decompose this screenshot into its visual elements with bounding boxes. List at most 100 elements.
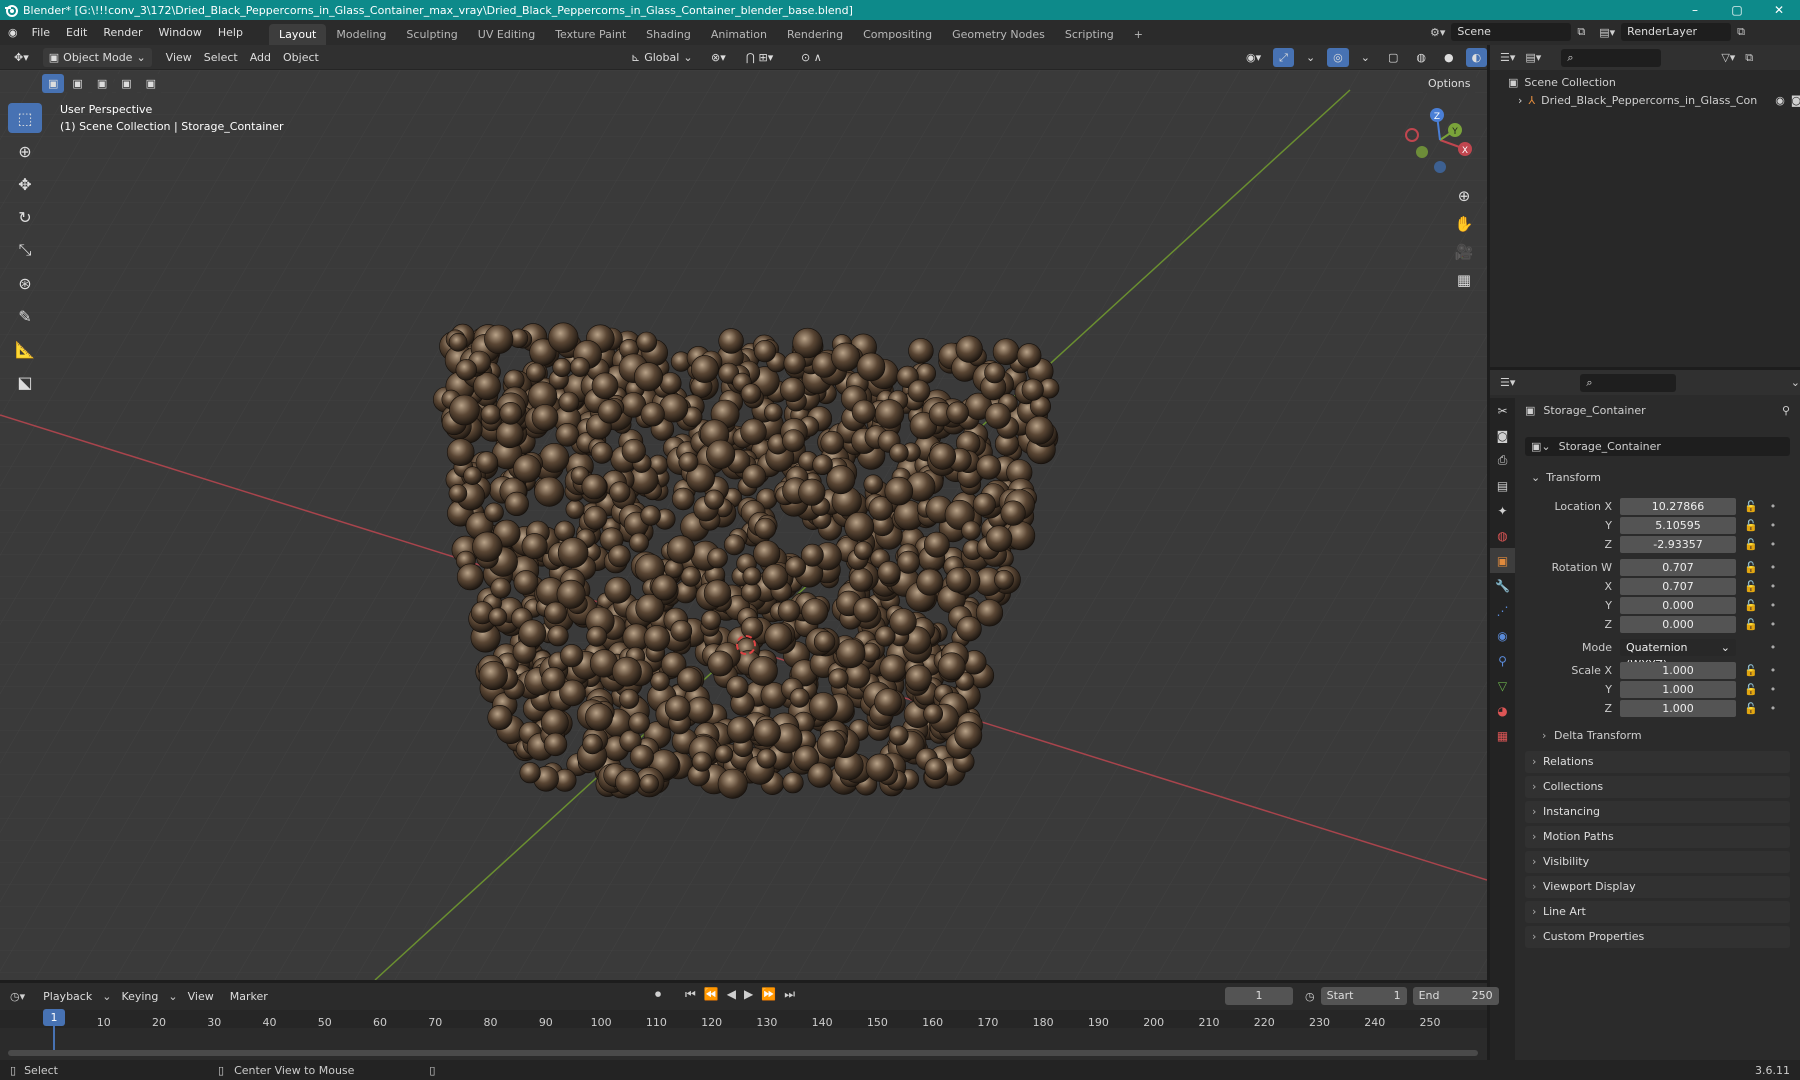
menu-keying[interactable]: Keying: [115, 987, 164, 1006]
overlay-toggle-icon[interactable]: ◎: [1327, 47, 1349, 67]
tab-texture-paint[interactable]: Texture Paint: [545, 24, 636, 45]
proportional-edit-icon[interactable]: ⊙ ∧: [795, 48, 828, 67]
xray-icon[interactable]: ▢: [1382, 48, 1404, 67]
menu-window[interactable]: Window: [151, 20, 210, 45]
properties-search-icon[interactable]: ⌕: [1580, 373, 1676, 392]
start-frame-field[interactable]: Start 1: [1320, 987, 1407, 1005]
delta-transform-subpanel[interactable]: › Delta Transform: [1540, 726, 1790, 746]
snap-icon[interactable]: ⋂ ⊞▾: [740, 48, 779, 67]
lock-icon[interactable]: 🔓: [1744, 538, 1758, 551]
lock-icon[interactable]: 🔓: [1744, 599, 1758, 612]
3d-viewport[interactable]: [0, 70, 1487, 980]
render-layer-icon[interactable]: ▤▾: [1599, 26, 1615, 39]
chevron-down-icon[interactable]: ⌄: [1791, 376, 1800, 389]
expand-arrow-icon[interactable]: ›: [1518, 92, 1522, 110]
scale-z-field[interactable]: 1.000: [1620, 699, 1736, 717]
display-mode-icon[interactable]: ▤▾: [1525, 51, 1541, 64]
tab-uv-editing[interactable]: UV Editing: [468, 24, 545, 45]
scale-x-field[interactable]: 1.000: [1620, 661, 1736, 679]
keyframe-dot-icon[interactable]: •: [1766, 702, 1780, 715]
location-y-field[interactable]: 5.10595: [1620, 516, 1736, 534]
material-shading-icon[interactable]: ◐: [1465, 47, 1488, 67]
render-tab-icon[interactable]: ◙: [1490, 423, 1515, 448]
maximize-button[interactable]: ▢: [1716, 0, 1758, 20]
location-x-field[interactable]: 10.27866: [1620, 497, 1736, 515]
current-frame-field[interactable]: 1: [1225, 987, 1293, 1005]
menu-select[interactable]: Select: [198, 48, 244, 67]
lock-icon[interactable]: 🔓: [1744, 561, 1758, 574]
scene-icon[interactable]: ⚙▾: [1430, 26, 1445, 39]
render-camera-icon[interactable]: ◙: [1791, 92, 1800, 110]
lock-icon[interactable]: 🔓: [1744, 580, 1758, 593]
zoom-icon[interactable]: ⊕: [1452, 182, 1476, 210]
keyframe-dot-icon[interactable]: •: [1766, 500, 1780, 513]
location-z-field[interactable]: -2.93357: [1620, 535, 1736, 553]
solid-shading-icon[interactable]: ●: [1438, 48, 1460, 67]
play-reverse-icon[interactable]: ◀: [727, 987, 736, 1002]
gizmo-chevron-icon[interactable]: ⌄: [1300, 48, 1321, 67]
next-keyframe-icon[interactable]: ⏩: [761, 987, 776, 1002]
lock-icon[interactable]: 🔓: [1744, 683, 1758, 696]
select-box-tool-icon[interactable]: ⬚: [8, 103, 42, 133]
object-data-selector[interactable]: ▣⌄ Storage_Container: [1525, 437, 1790, 456]
keyframe-dot-icon[interactable]: •: [1766, 599, 1780, 612]
measure-tool-icon[interactable]: 📐: [8, 334, 42, 364]
annotate-tool-icon[interactable]: ✎: [8, 301, 42, 331]
close-button[interactable]: ✕: [1758, 0, 1800, 20]
tab-modeling[interactable]: Modeling: [326, 24, 396, 45]
constraints-tab-icon[interactable]: ⚲: [1490, 648, 1515, 673]
menu-marker[interactable]: Marker: [224, 987, 274, 1006]
tab-rendering[interactable]: Rendering: [777, 24, 853, 45]
navigation-gizmo[interactable]: X Y Z: [1400, 102, 1480, 182]
object-tab-icon[interactable]: ▣: [1490, 548, 1515, 573]
menu-render[interactable]: Render: [95, 20, 150, 45]
particles-tab-icon[interactable]: ⋰: [1490, 598, 1515, 623]
pan-hand-icon[interactable]: ✋: [1452, 210, 1476, 238]
gizmo-toggle-icon[interactable]: ⤢: [1273, 47, 1294, 67]
select-extend-icon[interactable]: ▣: [66, 74, 89, 93]
keyframe-dot-icon[interactable]: •: [1766, 618, 1780, 631]
menu-playback[interactable]: Playback: [37, 987, 98, 1006]
panel-collections[interactable]: Collections: [1525, 776, 1790, 798]
material-tab-icon[interactable]: ◕: [1490, 698, 1515, 723]
select-invert-icon[interactable]: ▣: [115, 74, 138, 93]
menu-edit[interactable]: Edit: [58, 20, 95, 45]
add-cube-tool-icon[interactable]: ⬕: [8, 367, 42, 397]
lock-icon[interactable]: 🔓: [1744, 664, 1758, 677]
keyframe-dot-icon[interactable]: •: [1766, 641, 1780, 654]
panel-motion-paths[interactable]: Motion Paths: [1525, 826, 1790, 848]
rotation-w-field[interactable]: 0.707: [1620, 558, 1736, 576]
wireframe-shading-icon[interactable]: ◍: [1410, 48, 1432, 67]
keyframe-dot-icon[interactable]: •: [1766, 538, 1780, 551]
tab-scripting[interactable]: Scripting: [1055, 24, 1124, 45]
lock-icon[interactable]: 🔓: [1744, 618, 1758, 631]
menu-add[interactable]: Add: [244, 48, 277, 67]
panel-instancing[interactable]: Instancing: [1525, 801, 1790, 823]
playhead[interactable]: 1: [43, 1009, 65, 1026]
camera-view-icon[interactable]: 🎥: [1452, 238, 1476, 266]
tab-sculpting[interactable]: Sculpting: [396, 24, 467, 45]
move-tool-icon[interactable]: ✥: [8, 169, 42, 199]
editor-type-icon[interactable]: ✥▾: [8, 48, 35, 67]
record-icon[interactable]: ⏺: [655, 987, 661, 1002]
tab-geometry-nodes[interactable]: Geometry Nodes: [942, 24, 1055, 45]
texture-tab-icon[interactable]: ▦: [1490, 723, 1515, 748]
output-tab-icon[interactable]: ⎙: [1490, 448, 1515, 473]
menu-view[interactable]: View: [160, 48, 198, 67]
rotation-mode-dropdown[interactable]: Quaternion (WXYZ)⌄: [1620, 638, 1736, 671]
pin-icon[interactable]: ⚲: [1782, 404, 1790, 417]
filter-icon[interactable]: ▽▾: [1721, 51, 1735, 64]
menu-file[interactable]: File: [24, 20, 58, 45]
new-scene-icon[interactable]: ⧉: [1577, 25, 1585, 39]
scene-tab-icon[interactable]: ✦: [1490, 498, 1515, 523]
eye-icon[interactable]: ◉: [1775, 92, 1785, 110]
menu-object[interactable]: Object: [277, 48, 325, 67]
transform-orientation[interactable]: ⊾ Global ⌄: [625, 48, 699, 67]
jump-end-icon[interactable]: ⏭: [784, 987, 795, 1002]
select-intersect-icon[interactable]: ▣: [139, 74, 163, 93]
prev-keyframe-icon[interactable]: ⏪: [704, 987, 719, 1002]
keyframe-dot-icon[interactable]: •: [1766, 580, 1780, 593]
outliner-item[interactable]: › ⅄ Dried_Black_Peppercorns_in_Glass_Con…: [1508, 92, 1800, 110]
new-layer-icon[interactable]: ⧉: [1737, 25, 1745, 39]
keyframe-dot-icon[interactable]: •: [1766, 683, 1780, 696]
